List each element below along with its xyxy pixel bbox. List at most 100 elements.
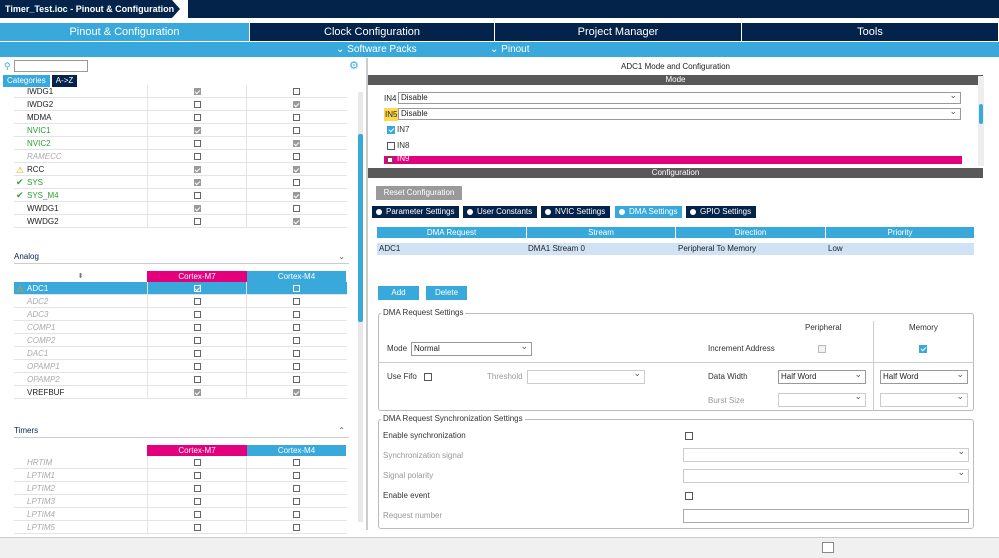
data-width-periph-select[interactable]: Half Word (778, 368, 866, 384)
m7-checkbox[interactable] (194, 205, 201, 212)
list-item[interactable]: NVIC2 (14, 137, 347, 150)
m4-checkbox[interactable] (293, 298, 300, 305)
in8-checkbox[interactable] (387, 142, 395, 150)
m7-checkbox[interactable] (194, 524, 201, 531)
m4-checkbox[interactable] (293, 285, 300, 292)
m7-checkbox[interactable] (194, 218, 201, 225)
in7-checkbox[interactable] (387, 126, 395, 134)
list-item[interactable]: MDMA (14, 111, 347, 124)
m4-checkbox[interactable] (293, 485, 300, 492)
list-item[interactable]: WWDG2 (14, 215, 347, 228)
m4-checkbox[interactable] (293, 205, 300, 212)
in5-select[interactable]: Disable (398, 106, 961, 120)
m4-checkbox[interactable] (293, 459, 300, 466)
list-item[interactable]: ✔ SYS (14, 176, 347, 189)
list-item[interactable]: IWDG1 (14, 85, 347, 98)
enable-sync-checkbox[interactable] (685, 432, 693, 440)
list-item[interactable]: COMP2 (14, 334, 347, 347)
m7-checkbox[interactable] (194, 88, 201, 95)
increment-periph-checkbox[interactable] (818, 345, 826, 353)
m7-checkbox[interactable] (194, 311, 201, 318)
list-item[interactable]: LPTIM1 (14, 469, 347, 482)
list-item[interactable]: OPAMP1 (14, 360, 347, 373)
list-item[interactable]: ADC2 (14, 295, 347, 308)
list-item[interactable]: IWDG2 (14, 98, 347, 111)
m7-checkbox[interactable] (194, 166, 201, 173)
tab-dma-settings[interactable]: DMA Settings (615, 206, 683, 218)
panel-splitter[interactable] (366, 58, 368, 530)
list-item[interactable]: ⚠ RCC (14, 163, 347, 176)
m4-checkbox[interactable] (293, 153, 300, 160)
m7-checkbox[interactable] (194, 350, 201, 357)
scrollbar-thumb[interactable] (979, 104, 983, 124)
m4-checkbox[interactable] (293, 88, 300, 95)
m7-checkbox[interactable] (194, 376, 201, 383)
m7-checkbox[interactable] (194, 285, 201, 292)
m4-checkbox[interactable] (293, 114, 300, 121)
search-input[interactable] (14, 60, 88, 72)
in9-checkbox[interactable] (387, 157, 393, 163)
list-item[interactable]: COMP1 (14, 321, 347, 334)
in4-select[interactable]: Disable (398, 90, 961, 104)
mode-select[interactable]: Normal (411, 340, 532, 356)
m7-checkbox[interactable] (194, 337, 201, 344)
add-button[interactable]: Add (378, 286, 419, 300)
tab-user-constants[interactable]: User Constants (463, 206, 538, 218)
m4-checkbox[interactable] (293, 389, 300, 396)
list-item[interactable]: LPTIM5 (14, 521, 347, 534)
use-fifo-checkbox[interactable] (424, 373, 432, 381)
tab-nvic-settings[interactable]: NVIC Settings (541, 206, 611, 218)
list-item[interactable]: ✔ SYS_M4 (14, 189, 347, 202)
tab-parameter-settings[interactable]: Parameter Settings (372, 206, 460, 218)
list-item[interactable]: ⚠ ADC1 (14, 282, 347, 295)
table-cell[interactable]: DMA1 Stream 0 (526, 243, 676, 255)
m4-checkbox[interactable] (293, 363, 300, 370)
m4-checkbox[interactable] (293, 376, 300, 383)
signal-polarity-select[interactable] (683, 467, 969, 483)
increment-memory-checkbox[interactable] (919, 345, 927, 353)
burst-size-memory-select[interactable] (880, 391, 968, 407)
m4-checkbox[interactable] (293, 350, 300, 357)
list-item[interactable]: HRTIM (14, 456, 347, 469)
m7-checkbox[interactable] (194, 324, 201, 331)
tab-gpio-settings[interactable]: GPIO Settings (686, 206, 757, 218)
pinout-menu[interactable]: ⌄ Pinout (490, 42, 530, 57)
software-packs-menu[interactable]: ⌄ Software Packs (336, 42, 417, 57)
m7-checkbox[interactable] (194, 114, 201, 121)
m7-checkbox[interactable] (194, 498, 201, 505)
request-number-input[interactable] (683, 509, 969, 523)
burst-size-periph-select[interactable] (778, 391, 866, 407)
tab-pinout-configuration[interactable]: Pinout & Configuration (0, 23, 250, 41)
m7-checkbox[interactable] (194, 363, 201, 370)
delete-button[interactable]: Delete (426, 286, 467, 300)
m4-checkbox[interactable] (293, 337, 300, 344)
list-item[interactable]: NVIC1 (14, 124, 347, 137)
mode-scrollbar[interactable] (978, 76, 984, 166)
m7-checkbox[interactable] (194, 459, 201, 466)
m7-checkbox[interactable] (194, 192, 201, 199)
m4-checkbox[interactable] (293, 511, 300, 518)
m4-checkbox[interactable] (293, 472, 300, 479)
m7-checkbox[interactable] (194, 179, 201, 186)
m4-checkbox[interactable] (293, 140, 300, 147)
m4-checkbox[interactable] (293, 498, 300, 505)
m7-checkbox[interactable] (194, 485, 201, 492)
m7-checkbox[interactable] (194, 298, 201, 305)
table-cell[interactable]: Peripheral To Memory (676, 243, 826, 255)
enable-event-checkbox[interactable] (685, 492, 693, 500)
tab-project-manager[interactable]: Project Manager (495, 23, 742, 41)
reset-configuration-button[interactable]: Reset Configuration (376, 186, 462, 200)
m4-checkbox[interactable] (293, 192, 300, 199)
list-item[interactable]: WWDG1 (14, 202, 347, 215)
list-item[interactable]: LPTIM2 (14, 482, 347, 495)
sort-icon[interactable]: ⬍ (14, 271, 147, 282)
m4-checkbox[interactable] (293, 324, 300, 331)
m4-checkbox[interactable] (293, 127, 300, 134)
m4-checkbox[interactable] (293, 166, 300, 173)
tab-clock-configuration[interactable]: Clock Configuration (250, 23, 495, 41)
list-item[interactable]: OPAMP2 (14, 373, 347, 386)
analog-section-header[interactable]: Analog ⌄ (14, 250, 349, 264)
tab-tools[interactable]: Tools (742, 23, 999, 41)
scrollbar-thumb[interactable] (358, 134, 363, 322)
list-item[interactable]: DAC1 (14, 347, 347, 360)
